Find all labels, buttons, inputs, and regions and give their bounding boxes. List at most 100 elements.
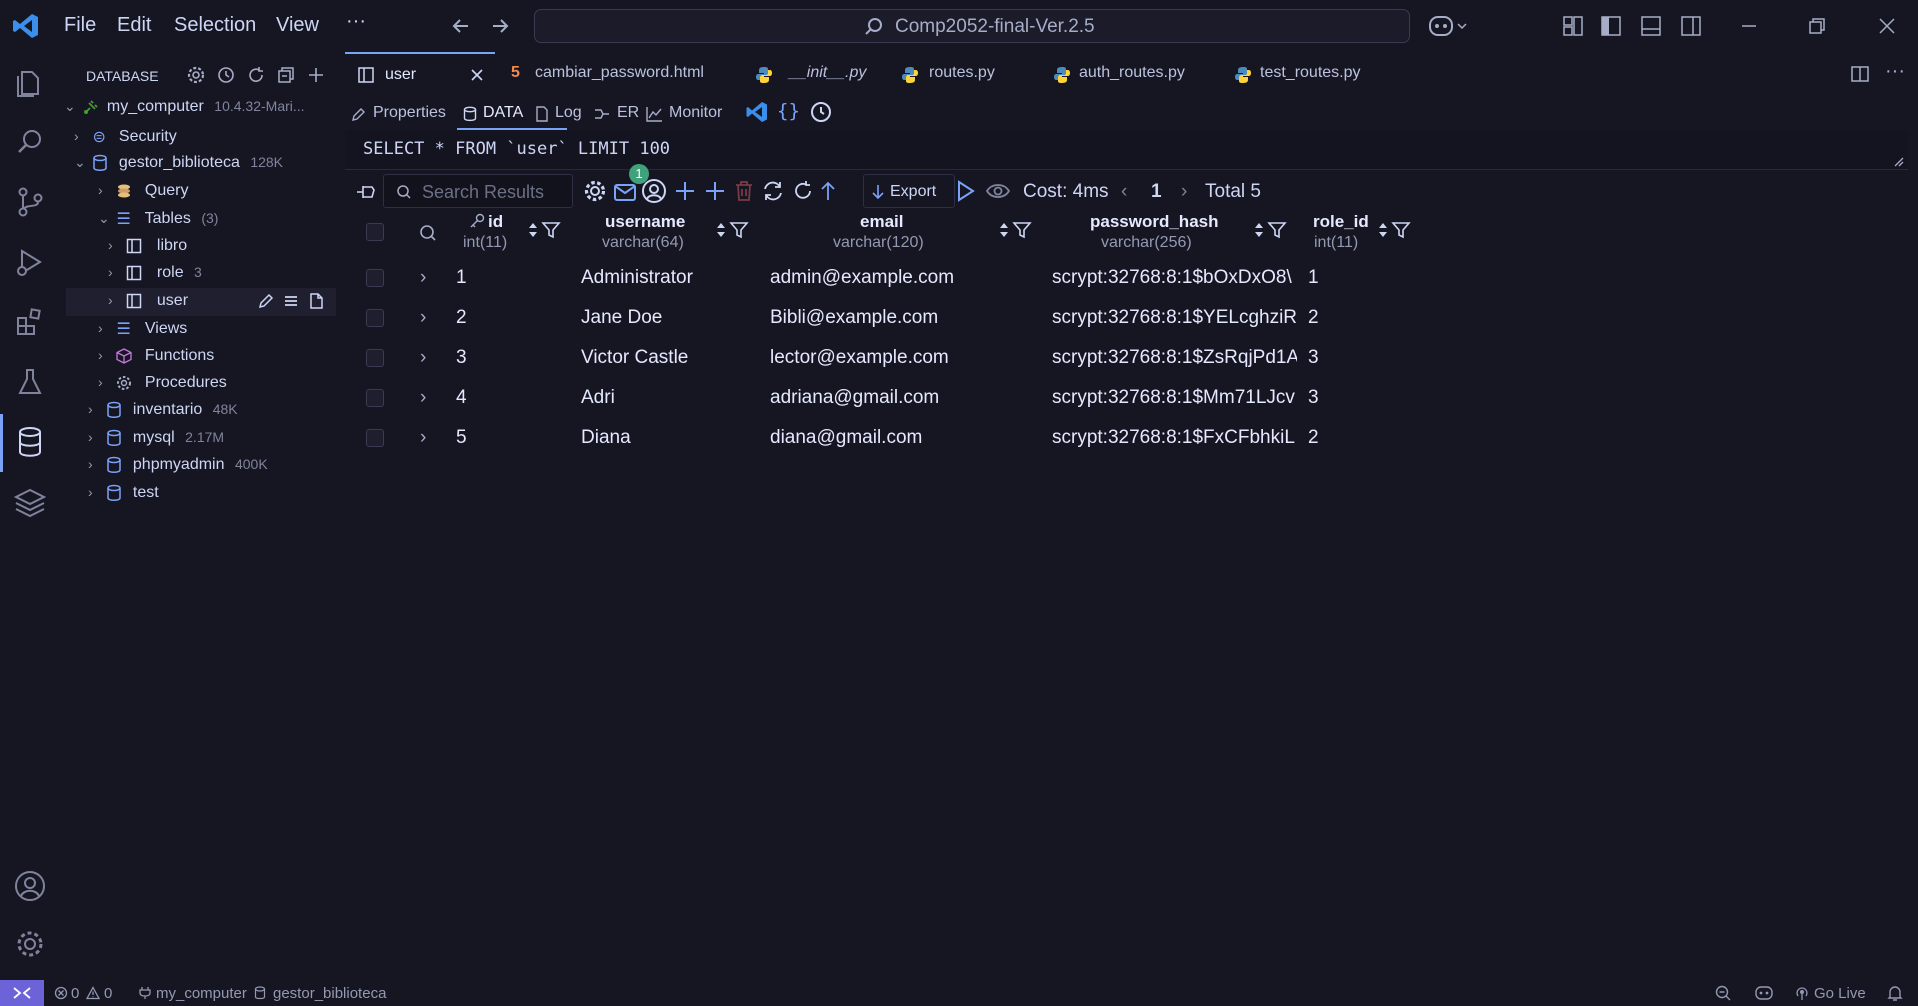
- forward-arrow-icon[interactable]: [489, 15, 511, 37]
- warning-count[interactable]: 0: [104, 985, 112, 1002]
- column-header-password-hash[interactable]: password_hash: [1090, 212, 1219, 232]
- cell-username[interactable]: Diana: [581, 427, 631, 449]
- tree-item-views[interactable]: › ☰ Views: [98, 319, 187, 345]
- sort-filter-icon[interactable]: [1252, 219, 1290, 241]
- sort-filter-icon[interactable]: [1376, 219, 1414, 241]
- refresh-icon[interactable]: [246, 65, 266, 85]
- search-results-input[interactable]: Search Results: [383, 174, 573, 208]
- run-play-icon[interactable]: [953, 179, 977, 203]
- error-count[interactable]: 0: [71, 985, 79, 1002]
- settings-gear-icon[interactable]: [186, 65, 206, 85]
- cell-role-id[interactable]: 3: [1308, 347, 1319, 369]
- cell-id[interactable]: 1: [456, 267, 467, 289]
- new-file-icon[interactable]: [307, 292, 325, 310]
- menu-file[interactable]: File: [64, 14, 96, 37]
- cell-role-id[interactable]: 2: [1308, 307, 1319, 329]
- cell-username[interactable]: Victor Castle: [581, 347, 688, 369]
- menu-edit[interactable]: Edit: [117, 14, 151, 37]
- tab-user[interactable]: user: [345, 52, 495, 96]
- resize-grip-icon[interactable]: [1892, 155, 1904, 167]
- menu-more-button[interactable]: ···: [346, 10, 366, 33]
- edit-pencil-icon[interactable]: [257, 292, 275, 310]
- close-window-icon[interactable]: [1876, 15, 1898, 37]
- cell-password-hash[interactable]: scrypt:32768:8:1$bOxDxO8\: [1052, 267, 1297, 289]
- search-view-icon[interactable]: [12, 124, 48, 160]
- pin-icon[interactable]: [355, 182, 377, 202]
- status-database[interactable]: gestor_biblioteca: [273, 985, 386, 1002]
- cell-id[interactable]: 4: [456, 387, 467, 409]
- back-arrow-icon[interactable]: [450, 15, 472, 37]
- vscode-action-icon[interactable]: [745, 100, 769, 124]
- cell-password-hash[interactable]: scrypt:32768:8:1$Mm71LJcv: [1052, 387, 1297, 409]
- restore-icon[interactable]: [1806, 15, 1828, 37]
- tree-item-mysql[interactable]: › mysql 2.17M: [88, 429, 224, 455]
- close-tab-icon[interactable]: [469, 67, 485, 83]
- column-header-role-id[interactable]: role_id: [1313, 212, 1369, 232]
- eye-icon[interactable]: [985, 180, 1011, 202]
- sync-icon[interactable]: [761, 179, 785, 203]
- remote-indicator[interactable]: [0, 980, 44, 1006]
- add-connection-icon[interactable]: [306, 65, 326, 85]
- cell-username[interactable]: Jane Doe: [581, 307, 662, 329]
- tab-auth-routes-py[interactable]: auth_routes.py: [1053, 52, 1193, 96]
- sort-filter-icon[interactable]: [526, 219, 564, 241]
- sort-filter-icon[interactable]: [997, 219, 1035, 241]
- cell-password-hash[interactable]: scrypt:32768:8:1$ZsRqjPd1A: [1052, 347, 1297, 369]
- extensions-icon[interactable]: [12, 304, 48, 340]
- cell-id[interactable]: 5: [456, 427, 467, 449]
- zoom-out-icon[interactable]: [1714, 984, 1732, 1002]
- expand-row-chevron-icon[interactable]: ›: [420, 307, 426, 329]
- toggle-panel-icon[interactable]: [1640, 15, 1662, 37]
- cell-email[interactable]: adriana@gmail.com: [770, 387, 939, 409]
- cell-role-id[interactable]: 3: [1308, 387, 1319, 409]
- cell-email[interactable]: admin@example.com: [770, 267, 954, 289]
- cell-id[interactable]: 3: [456, 347, 467, 369]
- tree-item-role[interactable]: › role 3: [108, 264, 202, 290]
- cell-email[interactable]: Bibli@example.com: [770, 307, 938, 329]
- cell-email[interactable]: diana@gmail.com: [770, 427, 922, 449]
- tree-item-inventario[interactable]: › inventario 48K: [88, 401, 238, 427]
- warning-icon[interactable]: [86, 986, 100, 1000]
- notifications-bell-icon[interactable]: [1886, 984, 1904, 1002]
- menu-view[interactable]: View: [276, 14, 319, 37]
- tree-connection-my-computer[interactable]: ⌄ my_computer 10.4.32-Mari...: [64, 98, 305, 124]
- column-header-id[interactable]: id: [488, 212, 503, 232]
- tab-routes-py[interactable]: routes.py: [901, 52, 1011, 96]
- source-control-icon[interactable]: [12, 184, 48, 220]
- tree-item-security[interactable]: › ⊜ Security: [74, 127, 177, 153]
- json-braces-icon[interactable]: {}: [777, 100, 800, 122]
- cell-password-hash[interactable]: scrypt:32768:8:1$YELcghziR: [1052, 307, 1297, 329]
- row-checkbox[interactable]: [366, 349, 384, 367]
- expand-row-chevron-icon[interactable]: ›: [420, 387, 426, 409]
- cell-role-id[interactable]: 2: [1308, 427, 1319, 449]
- go-live-button[interactable]: Go Live: [1814, 985, 1866, 1002]
- broadcast-icon[interactable]: [1794, 985, 1810, 1001]
- accounts-icon[interactable]: [12, 868, 48, 904]
- toggle-primary-sidebar-icon[interactable]: [1600, 15, 1622, 37]
- cell-role-id[interactable]: 1: [1308, 267, 1319, 289]
- page-number[interactable]: 1: [1151, 181, 1162, 203]
- cell-email[interactable]: lector@example.com: [770, 347, 949, 369]
- add-column-icon[interactable]: [703, 179, 727, 203]
- tab-init-py[interactable]: __init__.py: [755, 52, 875, 96]
- list-columns-icon[interactable]: [282, 292, 300, 310]
- sort-filter-icon[interactable]: [714, 219, 752, 241]
- split-editor-icon[interactable]: [1850, 64, 1870, 84]
- toggle-secondary-sidebar-icon[interactable]: [1680, 15, 1702, 37]
- copilot-status-icon[interactable]: [1754, 984, 1774, 1002]
- subtab-data[interactable]: DATA: [457, 96, 567, 130]
- menu-selection[interactable]: Selection: [174, 14, 256, 37]
- tree-item-user[interactable]: › user: [108, 292, 188, 318]
- testing-icon[interactable]: [12, 364, 48, 400]
- explorer-icon[interactable]: [12, 64, 48, 100]
- row-checkbox[interactable]: [366, 389, 384, 407]
- customize-layout-icon[interactable]: [1562, 15, 1584, 37]
- select-all-checkbox[interactable]: [366, 223, 384, 241]
- tree-item-phpmyadmin[interactable]: › phpmyadmin 400K: [88, 456, 268, 482]
- row-checkbox[interactable]: [366, 309, 384, 327]
- tree-item-libro[interactable]: › libro: [108, 237, 187, 263]
- expand-row-chevron-icon[interactable]: ›: [420, 267, 426, 289]
- tab-test-routes-py[interactable]: test_routes.py: [1234, 52, 1374, 96]
- next-page-icon[interactable]: ›: [1181, 181, 1187, 203]
- command-center-search[interactable]: Comp2052-final-Ver.2.5: [534, 9, 1410, 43]
